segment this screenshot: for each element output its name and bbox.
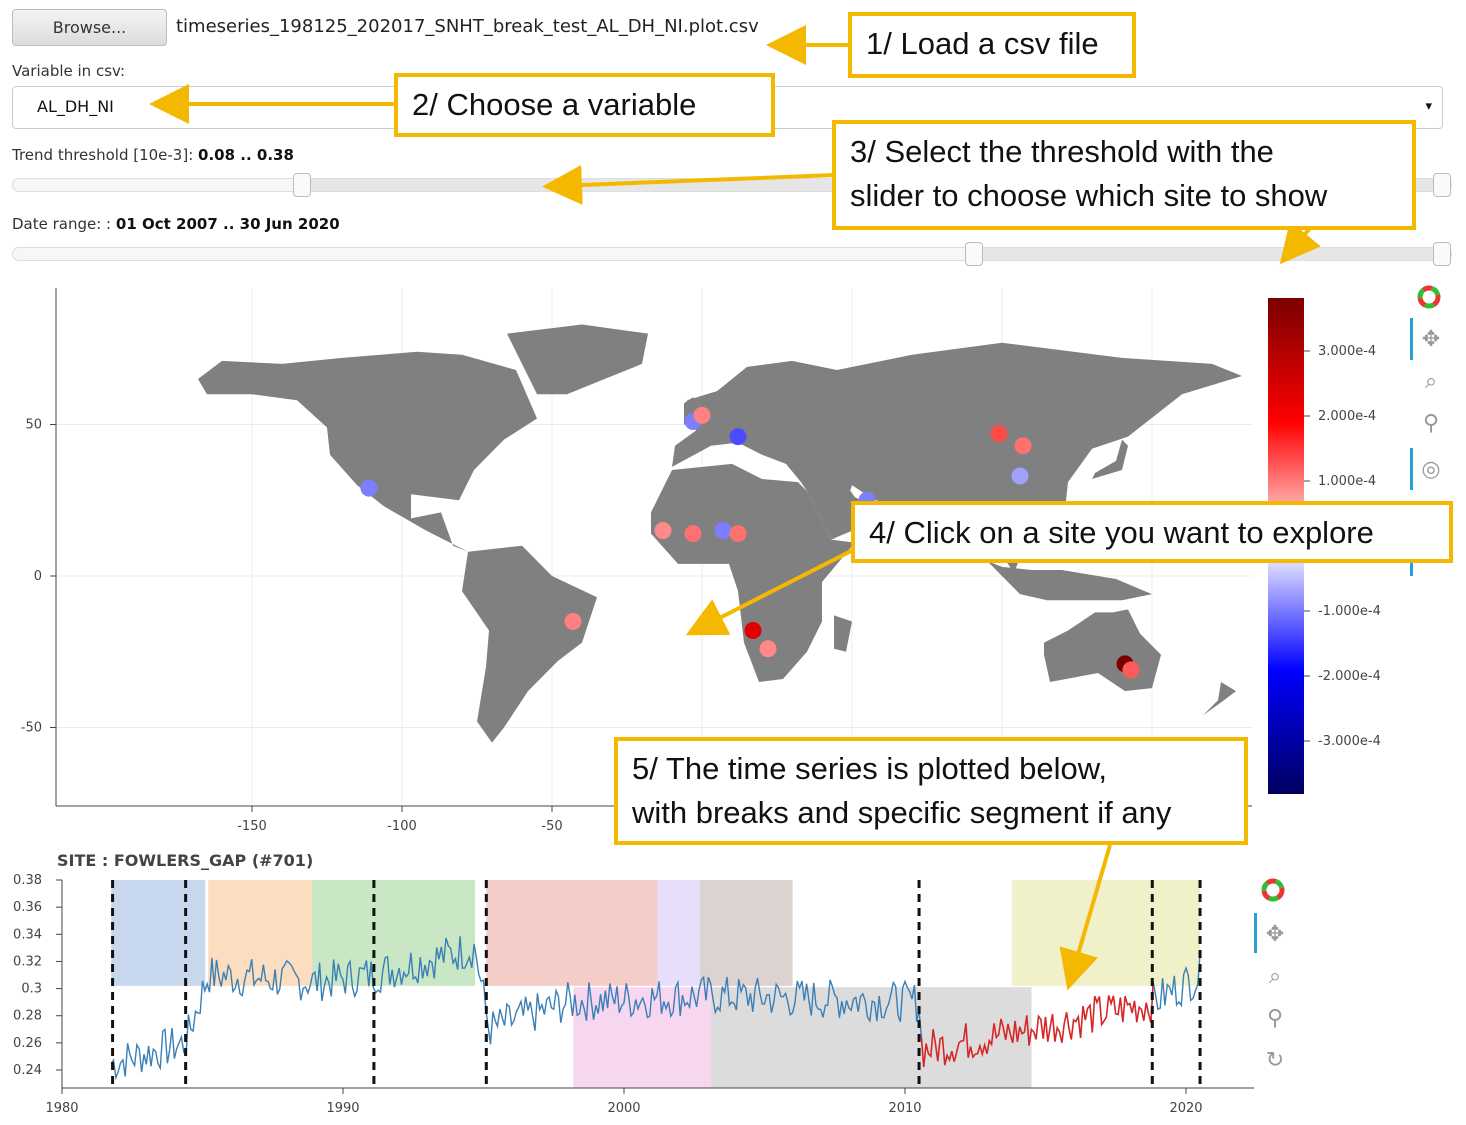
- site-marker[interactable]: [654, 522, 672, 540]
- colorbar-tick-label: 3.000e-4: [1318, 344, 1376, 359]
- browse-button[interactable]: Browse...: [12, 9, 167, 46]
- date-range-value: 01 Oct 2007 .. 30 Jun 2020: [115, 215, 340, 233]
- callout-load-csv-text: 1/ Load a csv file: [866, 26, 1099, 61]
- map-x-tick-label: -50: [541, 819, 562, 834]
- timeseries-plot[interactable]: 0.38 0.36 0.34 0.32 0.3 0.28 0.26 0.24 1980 1990 2…: [0, 870, 1466, 1125]
- ts-x-tick-label: 2000: [607, 1101, 640, 1116]
- timeseries-title: SITE : FOWLERS_GAP (#701): [57, 851, 314, 870]
- segment-band: [486, 880, 658, 986]
- ts-y-tick-label: 0.38: [13, 873, 42, 888]
- map-x-tick-label: -100: [387, 819, 417, 834]
- callout-threshold-line-2: slider to choose which site to show: [850, 178, 1328, 214]
- ts-y-tick-label: 0.28: [13, 1009, 42, 1024]
- callout-choose-variable-text: 2/ Choose a variable: [412, 87, 697, 122]
- site-marker[interactable]: [714, 522, 732, 540]
- map-x-tick-label: -150: [237, 819, 267, 834]
- tap-icon[interactable]: ◎: [1418, 456, 1444, 482]
- callout-threshold: 3/ Select the threshold with the slider …: [832, 120, 1416, 230]
- site-marker[interactable]: [729, 428, 747, 446]
- colorbar-tick-label: 2.000e-4: [1318, 409, 1376, 424]
- segment-shading: [111, 880, 1201, 1088]
- site-marker[interactable]: [564, 612, 582, 630]
- timeseries-toolbar: ✥ ⌕ ⚲ ↻: [1254, 875, 1294, 1095]
- map-y-tick-label: -50: [21, 721, 42, 736]
- segment-band: [208, 880, 313, 986]
- segment-band: [657, 880, 700, 986]
- site-marker[interactable]: [1122, 661, 1140, 679]
- date-range-label: Date range: : 01 Oct 2007 .. 30 Jun 2020: [12, 215, 340, 233]
- wheel-zoom-icon[interactable]: ⚲: [1418, 410, 1444, 436]
- site-marker[interactable]: [990, 425, 1008, 443]
- site-marker[interactable]: [360, 479, 378, 497]
- callout-click-site-text: 4/ Click on a site you want to explore: [869, 515, 1374, 550]
- site-marker[interactable]: [744, 622, 762, 640]
- reset-icon[interactable]: ↻: [1262, 1047, 1288, 1073]
- toolbar-active-indicator: [1410, 318, 1413, 360]
- segment-band: [1011, 880, 1201, 986]
- bokeh-logo-icon: [1260, 877, 1286, 903]
- trend-threshold-value: 0.08 .. 0.38: [198, 146, 294, 164]
- toolbar-active-indicator-2: [1410, 448, 1413, 490]
- segment-band: [111, 880, 206, 986]
- site-marker[interactable]: [759, 640, 777, 658]
- pan-icon[interactable]: ✥: [1418, 326, 1444, 352]
- callout-threshold-line-1: 3/ Select the threshold with the: [850, 134, 1274, 169]
- colorbar-tick-label: -2.000e-4: [1318, 669, 1381, 684]
- callout-click-site: 4/ Click on a site you want to explore: [851, 501, 1453, 563]
- wheel-zoom-icon[interactable]: ⚲: [1262, 1005, 1288, 1031]
- ts-x-tick-label: 1980: [45, 1101, 78, 1116]
- ts-x-tick-label: 2010: [888, 1101, 921, 1116]
- callout-choose-variable: 2/ Choose a variable: [394, 73, 775, 137]
- ts-x-tick-label: 2020: [1169, 1101, 1202, 1116]
- colorbar-tick-label: 1.000e-4: [1318, 474, 1376, 489]
- colorbar-tick-label: -3.000e-4: [1318, 734, 1381, 749]
- site-marker[interactable]: [1011, 467, 1029, 485]
- ts-y-tick-label: 0.36: [13, 900, 42, 915]
- variable-select-value: AL_DH_NI: [37, 97, 114, 116]
- segment-band: [711, 987, 1032, 1088]
- segment-band: [699, 880, 793, 986]
- variable-label: Variable in csv:: [12, 62, 126, 80]
- date-range-slider[interactable]: [12, 242, 1452, 266]
- map-y-tick-label: 0: [34, 569, 42, 584]
- ts-y-tick-label: 0.26: [13, 1036, 42, 1051]
- trend-threshold-handle-low[interactable]: [293, 173, 311, 197]
- trend-threshold-handle-high[interactable]: [1433, 173, 1451, 197]
- site-marker[interactable]: [684, 525, 702, 543]
- callout-timeseries-line-1: 5/ The time series is plotted below,: [632, 751, 1108, 786]
- callout-timeseries-line-2: with breaks and specific segment if any: [632, 795, 1172, 831]
- date-range-handle-high[interactable]: [1433, 242, 1451, 266]
- date-range-fill: [977, 248, 1441, 260]
- trend-threshold-label: Trend threshold [10e-3]: 0.08 .. 0.38: [12, 146, 294, 164]
- bokeh-logo-icon: [1416, 284, 1442, 310]
- date-range-handle-low[interactable]: [965, 242, 983, 266]
- ts-y-tick-label: 0.34: [13, 927, 42, 942]
- map-y-tick-label: 50: [25, 418, 42, 433]
- pan-icon[interactable]: ✥: [1262, 921, 1288, 947]
- ts-y-tick-label: 0.32: [13, 954, 42, 969]
- toolbar-active-indicator: [1254, 913, 1257, 953]
- site-marker[interactable]: [729, 525, 747, 543]
- date-range-text: Date range: :: [12, 215, 112, 233]
- callout-timeseries: 5/ The time series is plotted below, wit…: [614, 737, 1248, 845]
- trend-threshold-text: Trend threshold [10e-3]:: [12, 146, 194, 164]
- ts-x-tick-label: 1990: [326, 1101, 359, 1116]
- chevron-down-icon: ▾: [1425, 99, 1432, 114]
- ts-y-tick-label: 0.3: [21, 982, 42, 997]
- callout-load-csv: 1/ Load a csv file: [848, 12, 1136, 78]
- ts-y-tick-label: 0.24: [13, 1063, 42, 1078]
- segment-band: [312, 880, 476, 986]
- colorbar-tick-label: -1.000e-4: [1318, 604, 1381, 619]
- box-zoom-icon[interactable]: ⌕: [1262, 963, 1288, 989]
- site-marker[interactable]: [1014, 437, 1032, 455]
- loaded-file-name: timeseries_198125_202017_SNHT_break_test…: [176, 16, 759, 37]
- box-zoom-icon[interactable]: ⌕: [1418, 368, 1444, 394]
- site-marker[interactable]: [693, 406, 711, 424]
